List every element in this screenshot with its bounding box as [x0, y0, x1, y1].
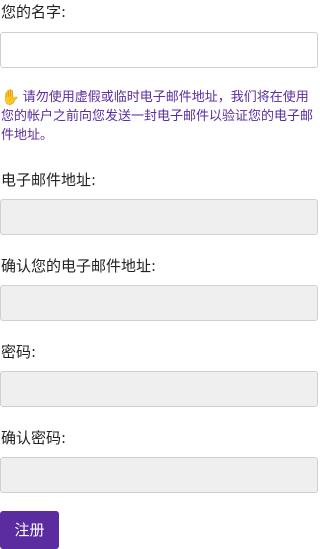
email-label: 电子邮件地址: — [1, 171, 97, 189]
name-input[interactable] — [0, 32, 318, 68]
name-label: 您的名字: — [1, 3, 67, 21]
password-label: 密码: — [1, 343, 37, 361]
register-button[interactable]: 注册 — [0, 511, 59, 549]
raised-hand-icon: ✋ — [1, 88, 20, 106]
email-input[interactable] — [0, 199, 318, 235]
email-confirm-input[interactable] — [0, 285, 318, 321]
password-input[interactable] — [0, 371, 318, 407]
email-notice: ✋ 请勿使用虚假或临时电子邮件地址，我们将在使用您的帐户之前向您发送一封电子邮件以… — [1, 88, 319, 145]
email-notice-text: 请勿使用虚假或临时电子邮件地址，我们将在使用您的帐户之前向您发送一封电子邮件以验… — [1, 90, 314, 143]
email-confirm-label: 确认您的电子邮件地址: — [1, 257, 157, 275]
registration-form: 您的名字: ✋ 请勿使用虚假或临时电子邮件地址，我们将在使用您的帐户之前向您发送一… — [0, 0, 320, 549]
password-confirm-input[interactable] — [0, 457, 318, 493]
password-confirm-label: 确认密码: — [1, 429, 67, 447]
